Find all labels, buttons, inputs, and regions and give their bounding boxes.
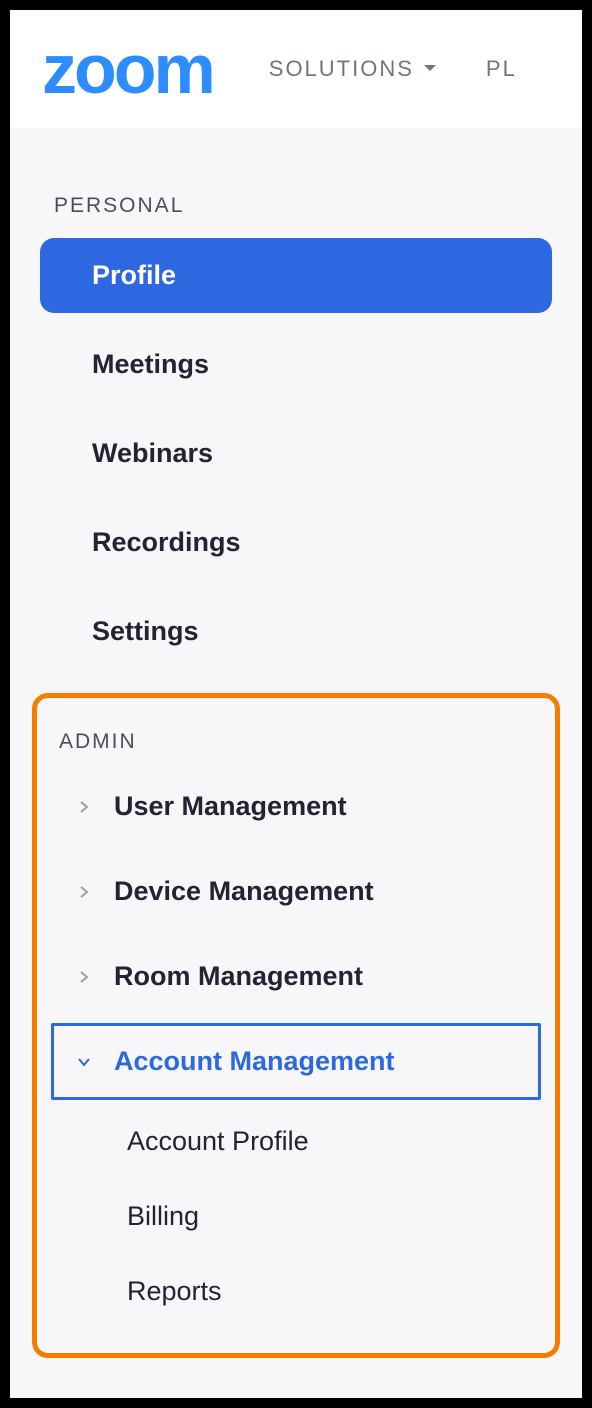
sidebar: PERSONAL Profile Meetings Webinars Recor…	[10, 128, 582, 1386]
admin-account-management[interactable]: Account Management	[51, 1023, 541, 1100]
topnav-label: SOLUTIONS	[269, 56, 414, 82]
nav-meetings[interactable]: Meetings	[40, 327, 552, 402]
nav-recordings[interactable]: Recordings	[40, 505, 552, 580]
admin-label: User Management	[114, 791, 347, 822]
chevron-right-icon	[72, 885, 96, 899]
admin-device-management[interactable]: Device Management	[51, 853, 541, 930]
topnav-solutions[interactable]: SOLUTIONS	[269, 56, 438, 82]
sub-label: Account Profile	[127, 1126, 309, 1156]
app-frame: zoom SOLUTIONS PL PERSONAL Profile Meeti…	[10, 10, 582, 1398]
admin-heading: ADMIN	[37, 698, 555, 768]
admin-sub-reports[interactable]: Reports	[51, 1258, 541, 1325]
admin-room-management[interactable]: Room Management	[51, 938, 541, 1015]
nav-label: Meetings	[40, 349, 552, 380]
sub-label: Billing	[127, 1201, 199, 1231]
personal-heading: PERSONAL	[10, 156, 582, 238]
sub-label: Reports	[127, 1276, 222, 1306]
zoom-logo[interactable]: zoom	[42, 29, 213, 109]
top-header: zoom SOLUTIONS PL	[10, 10, 582, 128]
chevron-right-icon	[72, 800, 96, 814]
admin-label: Room Management	[114, 961, 363, 992]
nav-label: Profile	[40, 260, 552, 291]
caret-down-icon	[422, 56, 438, 82]
nav-label: Recordings	[40, 527, 552, 558]
chevron-down-icon	[72, 1055, 96, 1069]
nav-label: Webinars	[40, 438, 552, 469]
admin-section-highlight: ADMIN User Management Device Management …	[32, 693, 560, 1358]
admin-sub-billing[interactable]: Billing	[51, 1183, 541, 1250]
admin-user-management[interactable]: User Management	[51, 768, 541, 845]
nav-settings[interactable]: Settings	[40, 594, 552, 669]
chevron-right-icon	[72, 970, 96, 984]
admin-sub-account-profile[interactable]: Account Profile	[51, 1108, 541, 1175]
admin-label: Device Management	[114, 876, 374, 907]
admin-label: Account Management	[114, 1046, 395, 1077]
top-nav: SOLUTIONS PL	[269, 56, 517, 82]
nav-profile[interactable]: Profile	[40, 238, 552, 313]
topnav-plans[interactable]: PL	[486, 56, 517, 82]
nav-webinars[interactable]: Webinars	[40, 416, 552, 491]
topnav-label: PL	[486, 56, 517, 82]
nav-label: Settings	[40, 616, 552, 647]
